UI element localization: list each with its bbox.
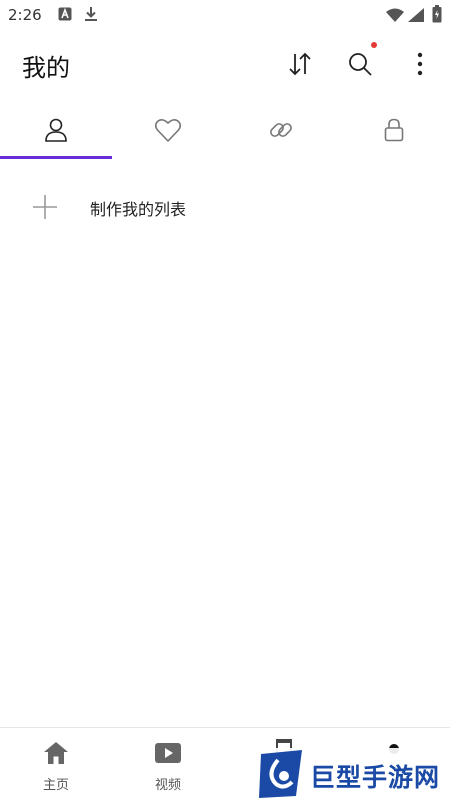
- link-icon: [270, 123, 292, 137]
- person-icon: [45, 118, 67, 142]
- signal-icon: [408, 7, 424, 26]
- search-icon: [349, 53, 372, 76]
- library-tabs: [0, 100, 450, 160]
- more-button[interactable]: [404, 48, 436, 80]
- notification-a-icon: [58, 6, 72, 25]
- heart-icon: [154, 119, 182, 143]
- search-button[interactable]: [344, 42, 377, 80]
- tab-indicator: [0, 156, 112, 159]
- create-list-button[interactable]: 制作我的列表: [0, 180, 450, 232]
- app-header: 我的: [0, 30, 450, 100]
- video-icon: [155, 743, 181, 763]
- create-list-label: 制作我的列表: [90, 200, 187, 219]
- search-badge: [371, 42, 377, 48]
- tab-personal[interactable]: [0, 100, 112, 160]
- nav-video[interactable]: 视频: [112, 728, 224, 801]
- tab-links[interactable]: [225, 100, 337, 160]
- nav-home[interactable]: 主页: [0, 728, 112, 801]
- sort-button[interactable]: [284, 48, 316, 80]
- more-icon: [417, 52, 423, 76]
- watermark-text: 巨型手游网: [310, 763, 441, 792]
- nav-home-label: 主页: [42, 778, 69, 793]
- download-icon: [84, 6, 98, 26]
- page-title: 我的: [22, 54, 70, 82]
- tab-favorites[interactable]: [112, 100, 224, 160]
- watermark-logo: 巨型手游网: [258, 748, 450, 800]
- status-time: 2:26: [8, 6, 42, 24]
- nav-video-label: 视频: [154, 778, 181, 793]
- sort-icon: [289, 52, 311, 76]
- tab-private[interactable]: [338, 100, 450, 160]
- home-icon: [44, 742, 68, 764]
- plus-icon: [33, 195, 57, 219]
- wifi-icon: [386, 7, 404, 26]
- battery-icon: [432, 5, 442, 27]
- lock-icon: [384, 118, 404, 142]
- status-bar: 2:26: [0, 0, 450, 30]
